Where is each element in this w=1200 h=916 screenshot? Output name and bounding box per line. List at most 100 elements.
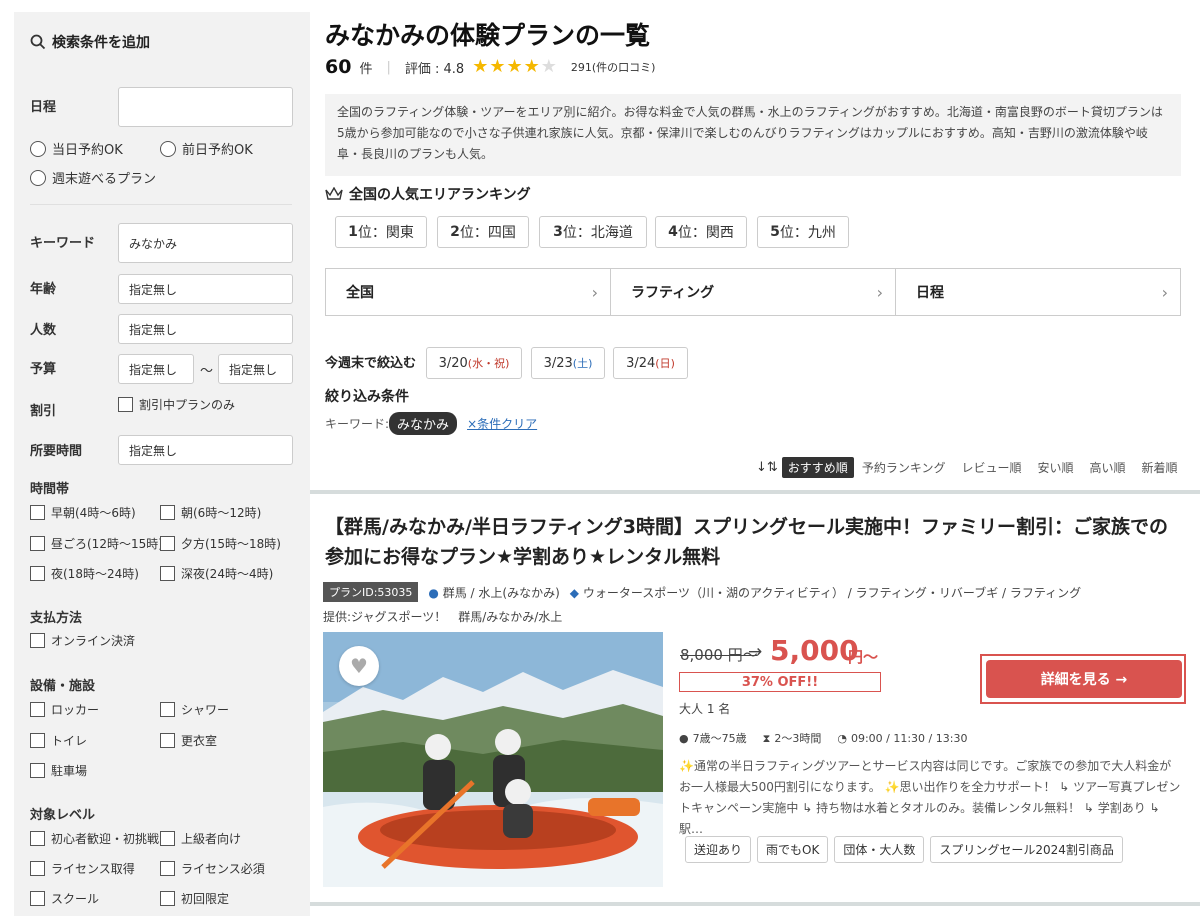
time-option[interactable]: 早朝(4時〜6時): [30, 504, 136, 521]
ranking-button-4[interactable]: 4 位：関西: [655, 216, 747, 248]
checkbox-box[interactable]: [30, 763, 45, 778]
checkbox-label: 上級者向け: [181, 832, 242, 846]
checkbox-box[interactable]: [160, 566, 175, 581]
clear-filters-link[interactable]: ×条件クリア: [467, 415, 537, 432]
level-option[interactable]: 上級者向け: [160, 830, 241, 847]
sort-ranking[interactable]: 予約ランキング: [854, 459, 954, 476]
time-option[interactable]: 朝(6時〜12時): [160, 504, 261, 521]
checkbox-box[interactable]: [30, 733, 45, 748]
checkbox-box[interactable]: [160, 536, 175, 551]
checkbox-box[interactable]: [30, 861, 45, 876]
checkbox-box[interactable]: [30, 633, 45, 648]
rank-label: 位：九州: [779, 225, 836, 241]
hourglass-icon: ⧗: [762, 732, 771, 745]
facility-option[interactable]: 駐車場: [30, 762, 87, 779]
time-option[interactable]: 昼ごろ(12時〜15時): [30, 535, 163, 552]
radio-weekend[interactable]: 週末遊べるプラン: [30, 168, 156, 187]
ranking-button-5[interactable]: 5 位：九州: [757, 216, 849, 248]
view-details-button[interactable]: 詳細を見る →: [986, 660, 1182, 698]
radio-circle[interactable]: [30, 140, 46, 157]
level-option[interactable]: スクール: [30, 890, 99, 907]
sale-price: 5,000: [770, 634, 859, 667]
checkbox-box[interactable]: [30, 505, 45, 520]
checkbox-box[interactable]: [30, 566, 45, 581]
result-count: 60: [325, 56, 352, 78]
sort-expensive[interactable]: 高い順: [1082, 459, 1134, 476]
checkbox-box[interactable]: [160, 861, 175, 876]
facility-option[interactable]: ロッカー: [30, 701, 99, 718]
sort-recommended[interactable]: おすすめ順: [781, 457, 854, 478]
budget-max-select[interactable]: 指定無し: [218, 354, 293, 384]
facility-option[interactable]: トイレ: [30, 732, 87, 749]
age-select[interactable]: 指定無し: [118, 274, 293, 304]
duration-text: 2〜3時間: [774, 732, 822, 745]
discount-checkbox[interactable]: 割引中プランのみ: [118, 396, 235, 413]
rank-number: 5: [770, 224, 780, 240]
checkbox-box[interactable]: [30, 891, 45, 906]
sort-cheapest[interactable]: 安い順: [1029, 459, 1081, 476]
checkbox-box[interactable]: [118, 397, 133, 412]
checkbox-box[interactable]: [30, 536, 45, 551]
facility-option[interactable]: 更衣室: [160, 732, 217, 749]
level-option[interactable]: ライセンス取得: [30, 860, 135, 877]
radio-prev-day[interactable]: 前日予約OK: [160, 139, 253, 158]
payment-option[interactable]: オンライン決済: [30, 632, 135, 649]
facility-option[interactable]: シャワー: [160, 701, 229, 718]
checkbox-box[interactable]: [30, 831, 45, 846]
location-pin-icon: ●: [428, 585, 439, 600]
plan-photo[interactable]: ♥: [323, 632, 663, 887]
checkbox-box[interactable]: [160, 505, 175, 520]
active-filters: キーワード: みなかみ ×条件クリア: [325, 412, 537, 435]
star-icon: ★: [489, 56, 506, 77]
radio-circle[interactable]: [30, 169, 46, 186]
time-option[interactable]: 夕方(15時〜18時): [160, 535, 281, 552]
level-option[interactable]: 初回限定: [160, 890, 229, 907]
radio-same-day[interactable]: 当日予約OK: [30, 139, 123, 158]
keyword-chip[interactable]: みなかみ: [389, 412, 458, 435]
checkbox-label: ライセンス必須: [181, 862, 265, 876]
ranking-button-1[interactable]: 1 位：関東: [335, 216, 427, 248]
weekend-date-button[interactable]: 3/20 (水・祝): [426, 347, 522, 379]
review-count[interactable]: 291(件の口コミ): [571, 59, 656, 75]
plan-meta: プランID:53035 ● 群馬 / 水上(みなかみ) ◆ ウォータースポーツ（…: [323, 582, 1081, 602]
sort-reviews[interactable]: レビュー順: [953, 459, 1029, 476]
checkbox-box[interactable]: [30, 702, 45, 717]
time-option[interactable]: 夜(18時〜24時): [30, 565, 139, 582]
level-option[interactable]: 初心者歓迎・初挑戦: [30, 830, 159, 847]
checkbox-label: 早朝(4時〜6時): [51, 506, 136, 520]
rank-label: 位：関東: [357, 225, 414, 241]
tag-chip: 団体・大人数: [834, 836, 925, 863]
favorite-heart-icon[interactable]: ♥: [339, 646, 379, 686]
level-option[interactable]: ライセンス必須: [160, 860, 265, 877]
ranking-button-2[interactable]: 2 位：四国: [437, 216, 529, 248]
plan-description: ✨通常の半日ラフティングツアーとサービス内容は同じです。ご家族での参加で大人料金…: [679, 759, 1181, 836]
duration-select[interactable]: 指定無し: [118, 435, 293, 465]
discount-badge: 37% OFF!!: [679, 672, 881, 692]
budget-min-select[interactable]: 指定無し: [118, 354, 194, 384]
weekend-date-button[interactable]: 3/24 (日): [613, 347, 688, 379]
sort-newest[interactable]: 新着順: [1134, 459, 1186, 476]
area-selector[interactable]: 全国 ›: [326, 269, 611, 315]
person-icon: ●: [679, 732, 689, 745]
radio-circle[interactable]: [160, 140, 176, 157]
checkbox-box[interactable]: [160, 702, 175, 717]
people-select[interactable]: 指定無し: [118, 314, 293, 344]
selector-label: 全国: [346, 285, 374, 301]
plan-title[interactable]: 【群馬/みなかみ/半日ラフティング3時間】スプリングセール実施中！ファミリー割引…: [325, 512, 1181, 572]
checkbox-label: 初回限定: [181, 892, 230, 906]
day-text: (日): [655, 357, 675, 370]
selector-label: 日程: [916, 285, 944, 301]
checkbox-box[interactable]: [160, 733, 175, 748]
category-selector[interactable]: ラフティング ›: [611, 269, 896, 315]
checkbox-box[interactable]: [160, 891, 175, 906]
category: ◆ ウォータースポーツ（川・湖のアクティビティ） / ラフティング・リバーブギ …: [570, 584, 1081, 601]
keyword-input[interactable]: みなかみ: [118, 223, 293, 263]
sort-icon: ↓⇅: [756, 460, 778, 475]
time-option[interactable]: 深夜(24時〜4時): [160, 565, 273, 582]
ranking-button-3[interactable]: 3 位：北海道: [539, 216, 647, 248]
plan-tags: 送迎あり 雨でもOK 団体・大人数 スプリングセール2024割引商品: [685, 836, 1123, 863]
date-selector[interactable]: 日程 ›: [896, 269, 1180, 315]
weekend-date-button[interactable]: 3/23 (土): [531, 347, 605, 379]
date-input[interactable]: [118, 87, 293, 127]
checkbox-box[interactable]: [160, 831, 175, 846]
